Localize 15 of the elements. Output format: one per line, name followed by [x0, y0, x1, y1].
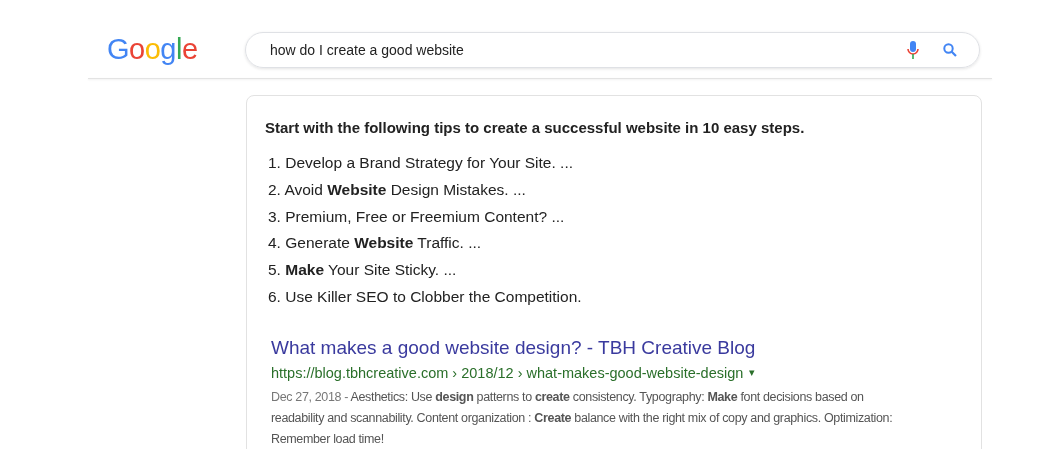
result-title-link[interactable]: What makes a good website design? - TBH Creative Blog: [271, 336, 981, 359]
result-url: https://blog.tbhcreative.com › 2018/12 › what-makes-good-website-design: [271, 364, 744, 381]
result-description: Dec 27, 2018 - Aesthetics: Use design patterns to create consistency. Typography: Make font decisions based on readability and scannability. Content organization : Create balance with the right mix of copy and graphics. Optimization: Remember load time!: [271, 388, 894, 448]
snippet-heading: Start with the following tips to create a successful website in 10 easy steps.: [265, 119, 806, 136]
list-item: 4. Generate Website Traffic. ...: [267, 233, 483, 254]
list-item: 5. Make Your Site Sticky. ...: [267, 260, 458, 281]
search-icon[interactable]: [943, 43, 957, 57]
list-item: 2. Avoid Website Design Mistakes. ...: [267, 179, 527, 200]
list-item: 3. Premium, Free or Freemium Content? ...: [267, 206, 566, 227]
search-query: how do I create a good website: [270, 42, 465, 58]
caret-icon[interactable]: ▾: [749, 366, 756, 380]
list-item: 1. Develop a Brand Strategy for Your Site. ...: [267, 153, 574, 173]
google-logo[interactable]: Google: [107, 32, 245, 66]
list-item: 6. Use Killer SEO to Clobber the Competition.: [267, 287, 583, 307]
microphone-icon[interactable]: [907, 41, 919, 59]
